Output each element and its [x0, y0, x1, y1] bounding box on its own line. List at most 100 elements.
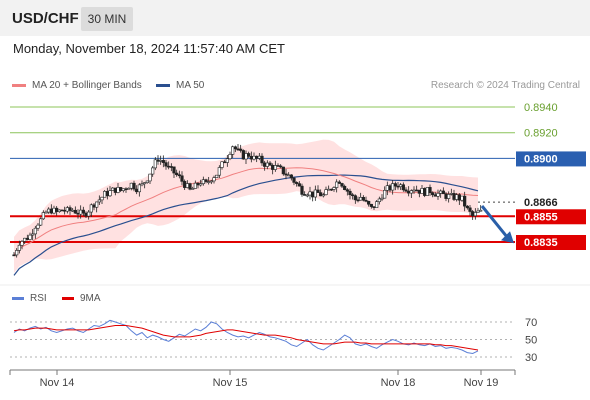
candle-body: [156, 159, 160, 162]
candle-body: [375, 201, 379, 208]
candle-body: [71, 209, 75, 212]
candle-body: [36, 224, 40, 229]
candle-body: [369, 203, 373, 207]
candle-body: [353, 195, 357, 201]
candle-body: [145, 180, 149, 183]
candle-body: [247, 153, 251, 157]
candle-body: [233, 146, 237, 150]
candle-body: [33, 227, 37, 235]
candle-body: [329, 188, 333, 191]
candle-body: [113, 187, 117, 193]
candle-body: [463, 195, 467, 207]
candle-body: [185, 183, 189, 188]
candle-body: [103, 191, 107, 198]
candle-body: [407, 190, 411, 194]
candle-body: [452, 193, 456, 200]
level-label-0.8940: 0.8940: [524, 102, 558, 114]
candle-body: [431, 192, 435, 196]
candle-body: [308, 191, 312, 196]
candle-body: [297, 183, 301, 187]
candle-body: [57, 209, 61, 212]
candle-body: [327, 188, 331, 191]
candle-body: [183, 181, 187, 188]
candle-body: [172, 166, 176, 174]
candle-body: [225, 158, 229, 163]
rsi-line: [13, 319, 479, 355]
candle-body: [335, 181, 339, 188]
candle-body: [239, 148, 243, 151]
candle-body: [153, 159, 157, 169]
candle-body: [196, 182, 200, 186]
rsi-tick-50: 50: [525, 335, 537, 347]
candle-body: [409, 190, 413, 194]
candle-body: [319, 192, 323, 197]
candle-body: [25, 237, 29, 240]
x-label-Nov 18: Nov 18: [381, 377, 416, 389]
candle-body: [316, 189, 320, 193]
candle-body: [388, 185, 392, 191]
candle-body: [468, 207, 472, 212]
candle-body: [169, 166, 173, 168]
candle-body: [44, 211, 48, 214]
candle-body: [212, 177, 216, 182]
candle-body: [473, 212, 477, 217]
candle-body: [351, 194, 355, 197]
x-label-Nov 15: Nov 15: [213, 377, 248, 389]
candle-body: [28, 234, 32, 240]
candle-body: [89, 204, 93, 213]
candle-body: [332, 187, 336, 190]
candle-body: [449, 193, 453, 195]
candle-body: [31, 233, 35, 236]
candle-body: [244, 153, 248, 160]
candle-body: [305, 194, 309, 197]
candle-body: [396, 185, 400, 188]
rsi-tick-30: 30: [525, 352, 537, 364]
candle-body: [255, 155, 259, 159]
candle-body: [68, 207, 72, 211]
candle-body: [111, 187, 115, 191]
candle-body: [151, 167, 155, 175]
candle-body: [356, 199, 360, 202]
candle-body: [372, 206, 376, 208]
candle-body: [249, 155, 253, 160]
candle-body: [428, 187, 432, 193]
candle-body: [132, 182, 136, 190]
candle-body: [12, 254, 16, 257]
candle-body: [479, 209, 483, 212]
candle-body: [383, 190, 387, 199]
candle-body: [281, 166, 285, 175]
candle-body: [188, 183, 192, 190]
rsi-tick-70: 70: [525, 317, 537, 329]
candle-body: [119, 187, 123, 191]
candle-body: [161, 160, 165, 163]
candle-body: [313, 189, 317, 198]
candle-body: [135, 188, 139, 193]
level-label-0.8855: 0.8855: [524, 211, 558, 223]
candle-body: [100, 196, 104, 201]
candle-body: [268, 162, 272, 166]
candle-body: [228, 154, 232, 160]
candle-body: [124, 188, 128, 191]
candle-body: [289, 174, 293, 179]
candle-body: [393, 183, 397, 187]
candle-body: [81, 209, 85, 214]
candle-body: [260, 155, 264, 164]
candle-body: [300, 185, 304, 195]
candle-body: [15, 250, 19, 256]
candle-body: [129, 182, 133, 189]
candle-body: [265, 162, 269, 167]
candle-body: [63, 209, 67, 212]
x-label-Nov 19: Nov 19: [464, 377, 499, 389]
candle-body: [359, 197, 363, 201]
candle-body: [337, 181, 341, 184]
candle-body: [444, 193, 448, 199]
candle-body: [303, 194, 307, 196]
candle-body: [217, 167, 221, 176]
candle-body: [79, 209, 83, 215]
candle-body: [399, 184, 403, 187]
candle-body: [105, 191, 109, 197]
level-label-0.8900: 0.8900: [524, 153, 558, 165]
candle-body: [436, 192, 440, 197]
candle-body: [321, 194, 325, 197]
candle-body: [73, 209, 77, 214]
